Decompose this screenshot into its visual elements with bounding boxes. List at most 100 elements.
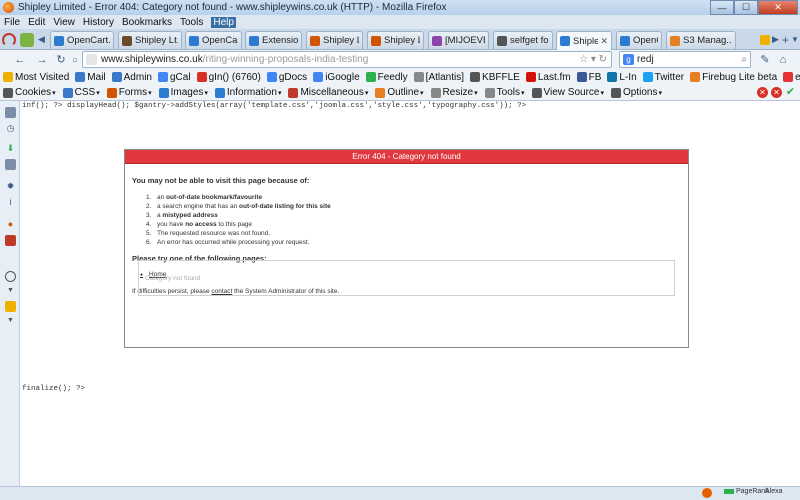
- tab-6[interactable]: [MIJOEVE...: [428, 31, 489, 49]
- bookmark-label: gCal: [170, 71, 191, 83]
- sidebar-info-icon[interactable]: i: [5, 197, 16, 208]
- sidebar-dropdown-icon-2[interactable]: ▼: [5, 315, 16, 326]
- scroll-tabs-right-icon[interactable]: ▶: [772, 34, 779, 45]
- tab-0[interactable]: OpenCart...: [50, 31, 114, 49]
- google-icon[interactable]: g: [623, 54, 634, 65]
- sidebar-dropdown-icon[interactable]: ▼: [5, 285, 16, 296]
- tab-8[interactable]: Shipley ...✕: [556, 31, 612, 50]
- bookmark-item[interactable]: L-In: [607, 72, 637, 83]
- url-text[interactable]: www.shipleywins.co.uk/riting-winning-pro…: [101, 54, 368, 65]
- dev-menu-tools[interactable]: Tools ▾: [484, 87, 525, 98]
- sidebar-pocket-icon[interactable]: [5, 235, 16, 246]
- tab-9[interactable]: OpenCart...: [616, 31, 662, 49]
- bookmark-item[interactable]: Admin: [111, 72, 152, 83]
- extension-icon[interactable]: [20, 32, 34, 47]
- tab-label: Shipley Li...: [384, 35, 420, 46]
- menu-bar: File Edit View History Bookmarks Tools H…: [0, 15, 800, 29]
- warning-icon[interactable]: ✕: [771, 87, 782, 98]
- sidebar-download-icon[interactable]: ⬇: [5, 143, 16, 154]
- dev-menu-miscellaneous[interactable]: Miscellaneous ▾: [288, 87, 368, 98]
- sidebar-globe-icon[interactable]: [5, 271, 16, 282]
- sidebar-firebug-icon[interactable]: ●: [5, 219, 16, 230]
- tab-7[interactable]: selfget for...: [493, 31, 553, 49]
- bookmark-item[interactable]: eBay: [783, 72, 800, 83]
- tab-1[interactable]: Shipley Lt...: [118, 31, 182, 49]
- bookmark-item[interactable]: Feedly: [365, 71, 408, 83]
- tab-2[interactable]: OpenCart...: [185, 31, 242, 49]
- bookmark-item[interactable]: iGoogle: [313, 72, 360, 83]
- bookmark-icon: [111, 72, 122, 82]
- tab-favicon-icon: [620, 35, 630, 46]
- maximize-button[interactable]: ☐: [734, 0, 758, 15]
- bookmark-star-icon[interactable]: ☆ ▾ ↻: [579, 54, 607, 65]
- search-icon[interactable]: ⌕: [741, 54, 747, 65]
- bookmark-item[interactable]: gDocs: [266, 72, 307, 83]
- search-input[interactable]: redj: [637, 54, 654, 65]
- dev-menu-resize[interactable]: Resize ▾: [430, 87, 478, 98]
- dev-menu-css[interactable]: CSS ▾: [62, 87, 100, 98]
- dev-menu-label: Miscellaneous: [300, 87, 364, 98]
- back-button[interactable]: ←: [8, 52, 32, 68]
- firefox-status-icon[interactable]: [702, 488, 712, 498]
- tab-favicon-icon: [189, 35, 199, 46]
- dev-menu-view-source[interactable]: View Source ▾: [531, 87, 604, 98]
- sidebar-history-icon[interactable]: ◷: [5, 123, 16, 134]
- bookmark-item[interactable]: FB: [576, 72, 601, 83]
- home-button[interactable]: ⌂: [70, 52, 80, 68]
- dev-menu-label: Images: [170, 87, 204, 98]
- sidebar-bookmark-icon[interactable]: [5, 107, 16, 118]
- dev-menu-options[interactable]: Options ▾: [611, 87, 662, 98]
- bookmark-label: Feedly: [377, 71, 408, 83]
- menu-tools[interactable]: Tools: [180, 17, 203, 28]
- dev-menu-images[interactable]: Images ▾: [158, 87, 208, 98]
- home-page-icon[interactable]: ⌂: [776, 52, 790, 68]
- menu-bookmarks[interactable]: Bookmarks: [122, 17, 172, 28]
- menu-history[interactable]: History: [83, 17, 114, 28]
- menu-edit[interactable]: Edit: [28, 17, 45, 28]
- tab-10[interactable]: S3 Manag...: [666, 31, 736, 49]
- bookmark-item[interactable]: Twitter: [642, 72, 684, 83]
- menu-file[interactable]: File: [4, 17, 20, 28]
- bookmark-item[interactable]: Firebug Lite beta: [690, 72, 777, 83]
- bookmark-icon: [266, 72, 277, 82]
- dev-menu-information[interactable]: Information ▾: [214, 87, 281, 98]
- new-tab-button[interactable]: +: [782, 33, 789, 47]
- bookmark-item[interactable]: Most Visited: [3, 72, 69, 83]
- sidebar-settings-icon[interactable]: ✹: [5, 181, 16, 192]
- menu-view[interactable]: View: [53, 17, 75, 28]
- bookmark-icon: [413, 72, 424, 82]
- sidebar-tool-icon[interactable]: [5, 301, 16, 312]
- alexa-icon[interactable]: Alexa: [765, 488, 783, 495]
- bookmark-item[interactable]: gCal: [158, 72, 191, 83]
- tab-3[interactable]: Extensio...: [245, 31, 302, 49]
- menu-help[interactable]: Help: [211, 16, 236, 28]
- bookmark-item[interactable]: KBFFLE: [470, 72, 520, 83]
- dev-menu-icon: [484, 87, 495, 98]
- bookmark-item[interactable]: [Atlantis]: [413, 72, 464, 83]
- pagerank-icon[interactable]: PageRank: [724, 488, 769, 495]
- site-identity-icon[interactable]: [86, 54, 97, 65]
- scroll-tabs-left-icon[interactable]: ◀: [38, 34, 45, 45]
- tab-4[interactable]: Shipley Li...: [306, 31, 363, 49]
- bookmark-item[interactable]: Mail: [75, 72, 106, 83]
- reload-button[interactable]: ↻: [52, 52, 70, 68]
- dev-menu-forms[interactable]: Forms ▾: [106, 87, 152, 98]
- tab-5[interactable]: Shipley Li...: [367, 31, 424, 49]
- dev-menu-cookies[interactable]: Cookies ▾: [3, 87, 56, 98]
- dev-menu-outline[interactable]: Outline ▾: [375, 87, 424, 98]
- close-button[interactable]: ✕: [758, 0, 798, 15]
- bookmark-item[interactable]: gIn() (6760): [196, 72, 261, 83]
- valid-check-icon[interactable]: ✔: [785, 87, 796, 98]
- tools-icon[interactable]: ✎: [758, 52, 772, 68]
- category-message: Category not found: [145, 275, 201, 282]
- dev-menu-label: Forms: [118, 87, 148, 98]
- error-icon[interactable]: ✕: [757, 87, 768, 98]
- sidebar-addon-icon[interactable]: [5, 159, 16, 170]
- forward-button[interactable]: →: [32, 52, 52, 68]
- url-bar[interactable]: www.shipleywins.co.uk/riting-winning-pro…: [82, 51, 612, 68]
- search-bar[interactable]: g redj ⌕: [619, 51, 751, 68]
- bookmark-item[interactable]: Last.fm: [525, 72, 571, 83]
- minimize-button[interactable]: —: [710, 0, 734, 15]
- close-tab-icon[interactable]: ✕: [600, 36, 608, 47]
- list-tabs-icon[interactable]: ▼: [791, 35, 799, 44]
